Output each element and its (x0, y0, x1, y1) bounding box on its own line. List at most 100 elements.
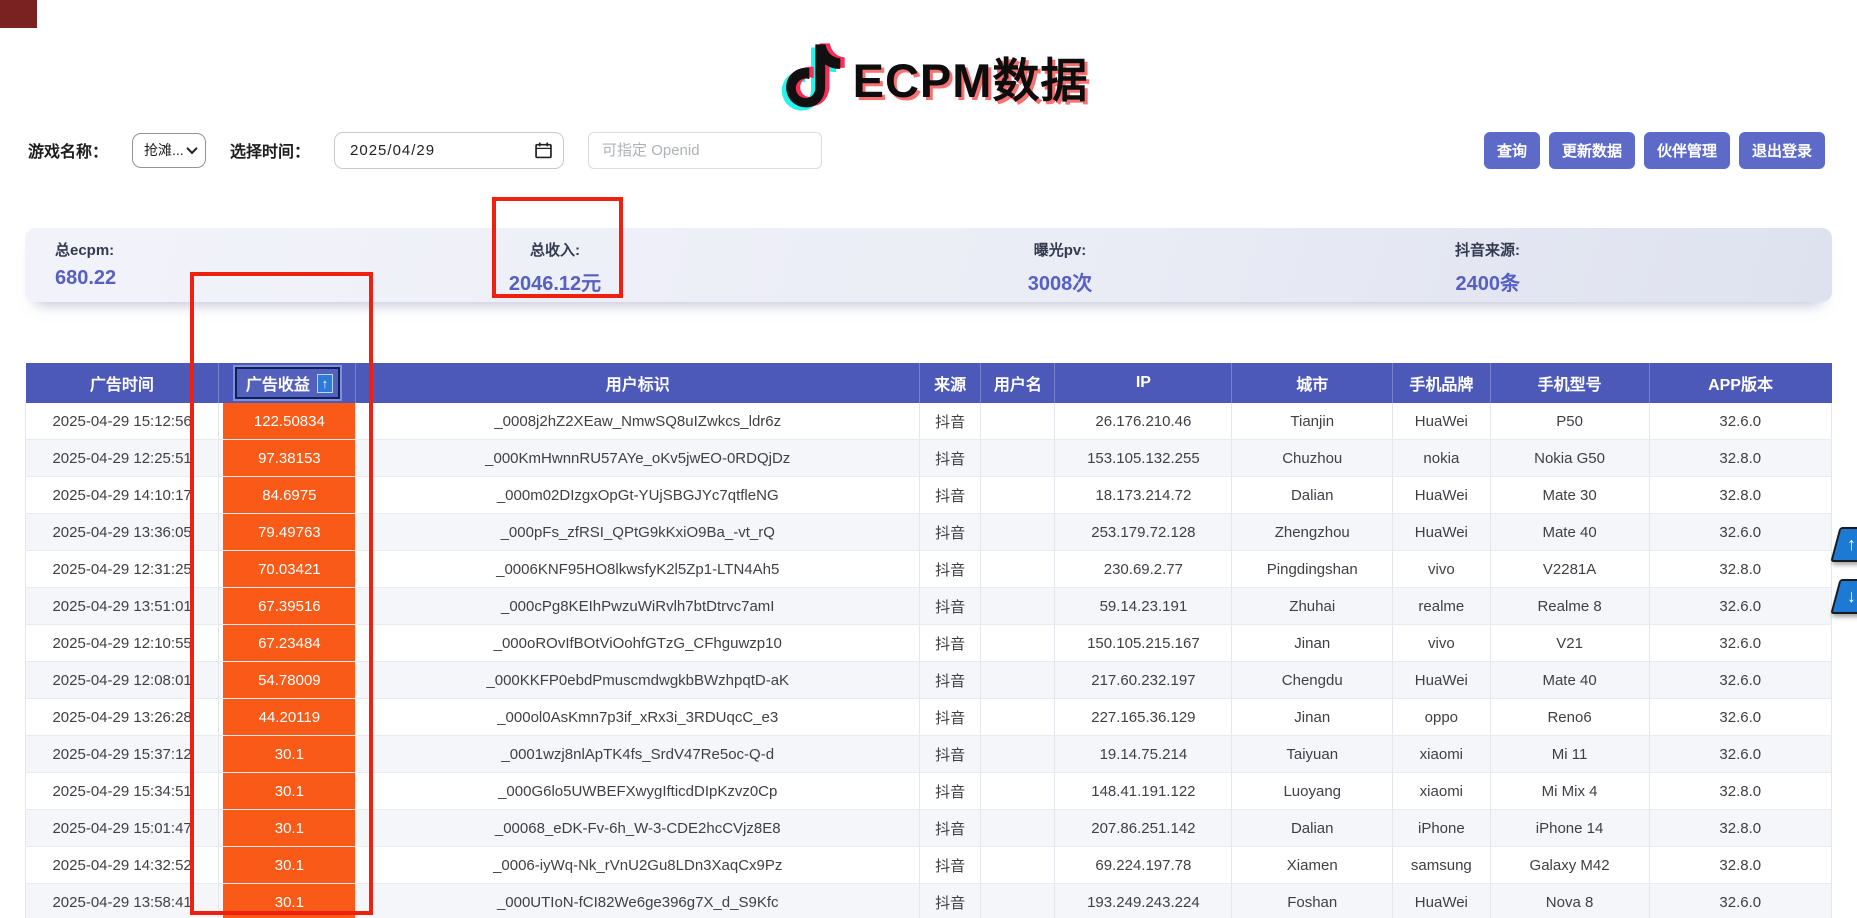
cell-ad-time: 2025-04-29 12:25:51 (26, 440, 219, 477)
stat-value: 680.22 (55, 267, 116, 290)
cell-ad-revenue: 54.78009 (219, 662, 356, 699)
cell-ad-time: 2025-04-29 12:10:55 (26, 625, 219, 662)
refresh-data-button[interactable]: 更新数据 (1549, 132, 1635, 169)
revenue-value: 79.49763 (223, 514, 355, 550)
cell-phone-model: V21 (1490, 625, 1649, 662)
cell-phone-brand: realme (1393, 588, 1491, 625)
revenue-value: 67.23484 (223, 625, 355, 661)
cell-city: Taiyuan (1232, 736, 1393, 773)
cell-ip: 148.41.191.122 (1055, 773, 1232, 810)
stat-exposure-pv: 曝光pv: 3008次 (1028, 239, 1093, 296)
cell-ad-revenue: 122.50834 (219, 403, 356, 440)
cell-ad-time: 2025-04-29 13:36:05 (26, 514, 219, 551)
date-input[interactable]: 2025/04/29 (334, 132, 564, 169)
revenue-value: 67.39516 (223, 588, 355, 624)
table-row: 2025-04-29 12:25:5197.38153_000KmHwnnRU5… (26, 440, 1832, 477)
cell-phone-model: Galaxy M42 (1490, 847, 1649, 884)
cell-phone-brand: xiaomi (1393, 773, 1491, 810)
cell-ad-revenue: 30.1 (219, 736, 356, 773)
scroll-up-button[interactable]: ↑ (1830, 527, 1857, 562)
cell-city: Zhuhai (1232, 588, 1393, 625)
col-header-source: 来源 (919, 363, 980, 403)
cell-ip: 207.86.251.142 (1055, 810, 1232, 847)
cell-app-version: 32.8.0 (1649, 847, 1831, 884)
cell-phone-model: Mate 40 (1490, 514, 1649, 551)
game-select[interactable]: 抢滩... (132, 133, 206, 168)
stat-label: 总ecpm: (55, 239, 116, 260)
cell-phone-brand: vivo (1393, 551, 1491, 588)
cell-city: Dalian (1232, 477, 1393, 514)
cell-ad-time: 2025-04-29 15:12:56 (26, 403, 219, 440)
cell-user-openid: _000KKFP0ebdPmuscmdwgkbBWzhpqtD-aK (356, 662, 919, 699)
cell-ad-time: 2025-04-29 12:08:01 (26, 662, 219, 699)
cell-username (981, 625, 1055, 662)
cell-username (981, 514, 1055, 551)
logout-button[interactable]: 退出登录 (1739, 132, 1825, 169)
cell-username (981, 440, 1055, 477)
scroll-down-button[interactable]: ↓ (1830, 579, 1857, 614)
cell-ad-time: 2025-04-29 14:32:52 (26, 847, 219, 884)
cell-user-openid: _000KmHwnnRU57AYe_oKv5jwEO-0RDQjDz (356, 440, 919, 477)
cell-city: Zhengzhou (1232, 514, 1393, 551)
cell-phone-brand: vivo (1393, 625, 1491, 662)
cell-source: 抖音 (919, 403, 980, 440)
cell-city: Chengdu (1232, 662, 1393, 699)
cell-phone-model: Realme 8 (1490, 588, 1649, 625)
ecpm-data-table: 广告时间 广告收益 ↑ 用户标识 来源 用户名 IP 城市 手机品牌 手机型号 … (25, 363, 1832, 918)
cell-ad-revenue: 30.1 (219, 847, 356, 884)
revenue-value: 122.50834 (223, 403, 355, 439)
cell-ip: 150.105.215.167 (1055, 625, 1232, 662)
cell-ip: 153.105.132.255 (1055, 440, 1232, 477)
stat-value: 3008次 (1028, 267, 1093, 296)
cell-phone-model: P50 (1490, 403, 1649, 440)
openid-input[interactable] (588, 132, 822, 169)
cell-user-openid: _0006-iyWq-Nk_rVnU2Gu8LDn3XaqCx9Pz (356, 847, 919, 884)
cell-source: 抖音 (919, 514, 980, 551)
stat-value: 2400条 (1455, 267, 1520, 296)
cell-ad-revenue: 30.1 (219, 773, 356, 810)
cell-phone-brand: HuaWei (1393, 884, 1491, 918)
cell-ip: 59.14.23.191 (1055, 588, 1232, 625)
cell-app-version: 32.8.0 (1649, 477, 1831, 514)
cell-ad-revenue: 30.1 (219, 884, 356, 918)
stat-douyin-source: 抖音来源: 2400条 (1455, 239, 1520, 296)
cell-app-version: 32.6.0 (1649, 625, 1831, 662)
cell-source: 抖音 (919, 477, 980, 514)
game-select-value: 抢滩... (144, 140, 184, 160)
app-header: ECPM数据 (0, 28, 1857, 124)
cell-username (981, 884, 1055, 918)
cell-username (981, 403, 1055, 440)
col-header-ad-revenue[interactable]: 广告收益 ↑ (219, 363, 356, 403)
calendar-icon (535, 141, 552, 159)
stat-value: 2046.12元 (509, 267, 601, 296)
cell-source: 抖音 (919, 440, 980, 477)
partner-management-button[interactable]: 伙伴管理 (1644, 132, 1730, 169)
cell-ad-revenue: 67.39516 (219, 588, 356, 625)
cell-ad-time: 2025-04-29 13:51:01 (26, 588, 219, 625)
cell-ad-time: 2025-04-29 12:31:25 (26, 551, 219, 588)
cell-ad-time: 2025-04-29 15:37:12 (26, 736, 219, 773)
table-row: 2025-04-29 15:34:5130.1_000G6lo5UWBEFXwy… (26, 773, 1832, 810)
cell-ip: 253.179.72.128 (1055, 514, 1232, 551)
cell-source: 抖音 (919, 625, 980, 662)
cell-ad-time: 2025-04-29 15:01:47 (26, 810, 219, 847)
cell-username (981, 847, 1055, 884)
cell-city: Pingdingshan (1232, 551, 1393, 588)
revenue-value: 54.78009 (223, 662, 355, 698)
cell-app-version: 32.6.0 (1649, 699, 1831, 736)
cell-user-openid: _0001wzj8nlApTK4fs_SrdV47Re5oc-Q-d (356, 736, 919, 773)
table-row: 2025-04-29 14:32:5230.1_0006-iyWq-Nk_rVn… (26, 847, 1832, 884)
cell-phone-model: Mate 40 (1490, 662, 1649, 699)
col-header-city: 城市 (1232, 363, 1393, 403)
revenue-sort-button[interactable]: 广告收益 ↑ (235, 367, 340, 399)
cell-ip: 230.69.2.77 (1055, 551, 1232, 588)
col-header-app-version: APP版本 (1649, 363, 1831, 403)
stat-total-revenue: 总收入: 2046.12元 (509, 239, 601, 296)
col-header-phone-brand: 手机品牌 (1393, 363, 1491, 403)
revenue-value: 44.20119 (223, 699, 355, 735)
query-button[interactable]: 查询 (1484, 132, 1540, 169)
tiktok-logo-icon (769, 35, 849, 117)
cell-phone-brand: HuaWei (1393, 477, 1491, 514)
cell-ip: 217.60.232.197 (1055, 662, 1232, 699)
cell-phone-model: Mi Mix 4 (1490, 773, 1649, 810)
